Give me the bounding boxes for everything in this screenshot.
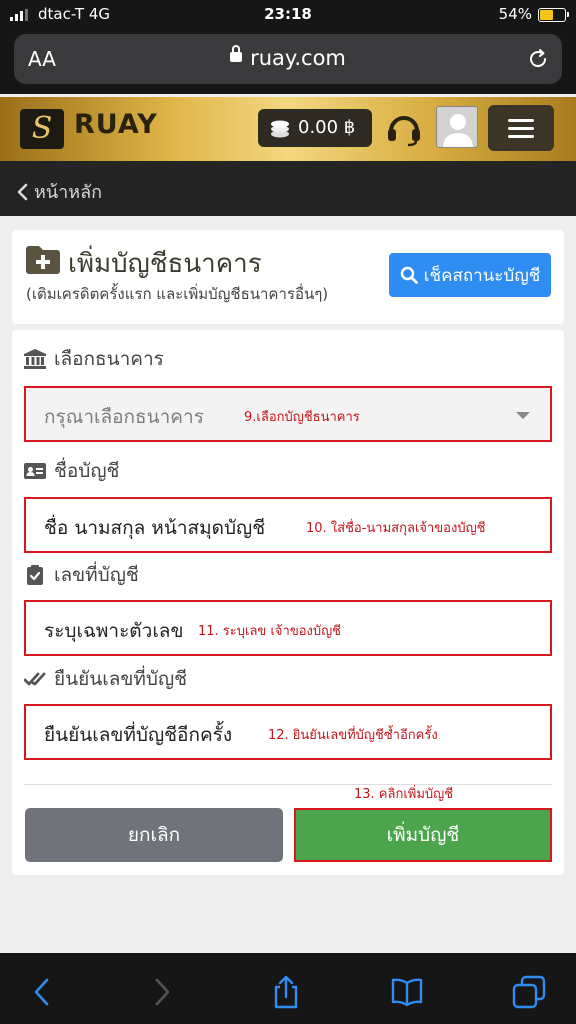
url-domain[interactable]: ruay.com xyxy=(14,45,562,70)
status-bar: dtac-T 4G 23:18 54% xyxy=(0,0,576,30)
back-link[interactable]: หน้าหลัก xyxy=(16,177,102,206)
search-icon xyxy=(400,266,418,284)
add-bank-form: เลือกธนาคาร กรุณาเลือกธนาคาร 9.เลือกบัญช… xyxy=(12,330,564,875)
balance-amount: 0.00 ฿ xyxy=(298,117,356,138)
folder-plus-icon xyxy=(26,246,60,274)
browser-toolbar xyxy=(0,953,576,1024)
clipboard-check-icon xyxy=(27,565,43,585)
clock: 23:18 xyxy=(264,5,312,23)
bank-icon xyxy=(24,349,46,369)
page-subtitle: (เติมเครดิตครั้งแรก และเพิ่มบัญชีธนาคารอ… xyxy=(26,285,329,303)
confirm-number-field[interactable]: ยืนยันเลขที่บัญชีอีกครั้ง 12. ยินยันเลขท… xyxy=(24,704,552,760)
logo-icon[interactable]: S xyxy=(20,109,64,149)
account-number-label: เลขที่บัญชี xyxy=(24,560,139,590)
page-title: เพิ่มบัญชีธนาคาร xyxy=(68,249,262,279)
site-header: S RUAY 0.00 ฿ xyxy=(0,97,576,161)
chevron-down-icon xyxy=(516,412,530,419)
annotation-step-13: 13. คลิกเพิ่มบัญชี xyxy=(354,787,454,802)
headset-icon[interactable] xyxy=(384,111,424,147)
lock-icon xyxy=(230,45,243,62)
annotation-step-9: 9.เลือกบัญชีธนาคาร xyxy=(244,410,360,425)
chevron-left-icon xyxy=(17,183,28,200)
reload-icon[interactable] xyxy=(526,47,550,71)
account-name-field[interactable]: ชื่อ นามสกุล หน้าสมุดบัญชี 10. ใส่ชื่อ-น… xyxy=(24,497,552,553)
hamburger-menu-icon[interactable] xyxy=(488,105,554,151)
annotation-step-11: 11. ระบุเลข เจ้าของบัญชี xyxy=(198,624,342,639)
tabs-icon[interactable] xyxy=(512,975,546,1009)
cancel-button[interactable]: ยกเลิก xyxy=(25,808,283,862)
back-icon[interactable] xyxy=(26,975,60,1009)
bank-label: เลือกธนาคาร xyxy=(24,344,164,374)
back-bar: หน้าหลัก xyxy=(0,161,576,216)
brand-name[interactable]: RUAY xyxy=(74,109,158,140)
balance-display[interactable]: 0.00 ฿ xyxy=(258,109,372,147)
bookmarks-icon[interactable] xyxy=(390,975,424,1009)
check-status-button[interactable]: เช็คสถานะบัญชี xyxy=(389,253,551,297)
back-label: หน้าหลัก xyxy=(34,182,103,203)
annotation-step-12: 12. ยินยันเลขที่บัญชีซ้ำอีกครั้ง xyxy=(268,728,438,743)
coins-icon xyxy=(271,120,289,138)
share-icon[interactable] xyxy=(269,975,303,1009)
account-name-label: ชื่อบัญชี xyxy=(24,456,119,486)
avatar-icon[interactable] xyxy=(436,106,478,148)
browser-chrome: AA ruay.com xyxy=(0,30,576,94)
annotation-step-10: 10. ใส่ชื่อ-นามสกุลเจ้าของบัญชี xyxy=(306,521,486,536)
forward-icon[interactable] xyxy=(144,975,178,1009)
bank-select[interactable]: กรุณาเลือกธนาคาร 9.เลือกบัญชีธนาคาร xyxy=(24,386,552,442)
battery-icon xyxy=(538,8,569,22)
divider xyxy=(24,784,552,785)
add-account-button[interactable]: เพิ่มบัญชี xyxy=(294,808,552,862)
double-check-icon xyxy=(24,672,46,686)
account-number-field[interactable]: ระบุเฉพาะตัวเลข 11. ระบุเลข เจ้าของบัญชี xyxy=(24,600,552,656)
confirm-number-label: ยืนยันเลขที่บัญชี xyxy=(24,664,187,694)
id-card-icon xyxy=(24,463,46,479)
battery-percent: 54% xyxy=(498,5,532,23)
title-card: เพิ่มบัญชีธนาคาร (เติมเครดิตครั้งแรก และ… xyxy=(12,230,564,324)
address-bar[interactable]: AA ruay.com xyxy=(14,34,562,84)
